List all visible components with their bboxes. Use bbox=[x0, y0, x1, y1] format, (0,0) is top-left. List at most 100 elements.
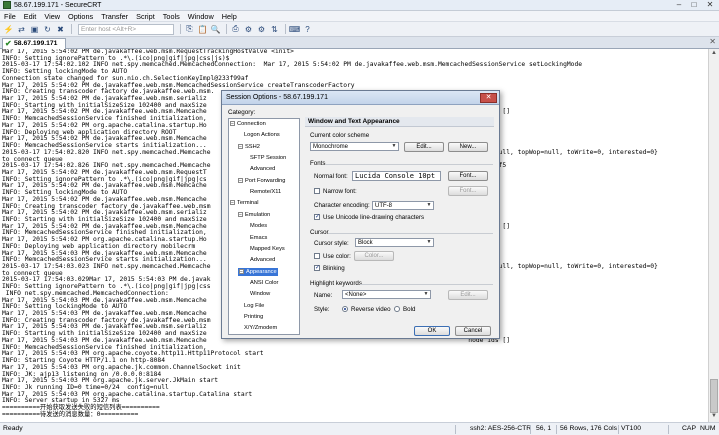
category-tree[interactable]: − Connection Logon Actions − SSH2 SFTP Sessio… bbox=[228, 118, 300, 335]
tree-expander-icon[interactable]: − bbox=[238, 211, 243, 217]
session-options-dialog: Session Options - 58.67.199.171 ✕ Catego… bbox=[221, 90, 500, 339]
highlight-name-value: <None> bbox=[345, 292, 367, 298]
print-icon[interactable]: ⎙ bbox=[230, 24, 241, 35]
tree-item-label: Emacs bbox=[250, 234, 268, 241]
menu-help[interactable]: Help bbox=[222, 12, 237, 21]
tree-item[interactable]: Logon Actions bbox=[244, 131, 280, 139]
sftp-icon[interactable]: ⇅ bbox=[269, 24, 280, 35]
tree-item[interactable]: Modes bbox=[250, 222, 267, 230]
help-icon[interactable]: ? bbox=[302, 24, 313, 35]
scrollbar-thumb[interactable] bbox=[710, 379, 718, 413]
color-scheme-select[interactable]: Monochrome ▼ bbox=[310, 142, 399, 151]
session-tab[interactable]: ✔ 58.67.199.171 bbox=[2, 38, 66, 49]
copy-icon[interactable]: ⎘ bbox=[184, 24, 195, 35]
tree-item[interactable]: − Appearance bbox=[238, 267, 278, 276]
blinking-checkbox[interactable]: ✓ bbox=[314, 265, 320, 271]
dialog-close-button[interactable]: ✕ bbox=[480, 93, 497, 103]
highlight-divider bbox=[360, 284, 493, 285]
cancel-button[interactable]: Cancel bbox=[455, 326, 491, 336]
status-cursor-position: 56, 1 bbox=[536, 425, 552, 432]
highlight-name-select[interactable]: <None> ▼ bbox=[342, 290, 431, 299]
narrow-font-button[interactable]: Font... bbox=[448, 186, 488, 196]
tree-item[interactable]: Remote/X11 bbox=[250, 188, 281, 196]
close-window-button[interactable]: ✕ bbox=[704, 0, 716, 11]
unicode-line-label: Use Unicode line-drawing characters bbox=[323, 214, 425, 221]
tree-item[interactable]: Log File bbox=[244, 302, 264, 310]
tree-expander-icon[interactable]: − bbox=[238, 177, 243, 183]
tree-item-label: Mapped Keys bbox=[250, 245, 285, 252]
scroll-up-icon[interactable]: ▲ bbox=[710, 50, 718, 58]
keymap-icon[interactable]: ⌨ bbox=[289, 24, 301, 35]
scroll-down-icon[interactable]: ▼ bbox=[710, 413, 718, 421]
cursor-color-button[interactable]: Color... bbox=[354, 251, 394, 261]
tree-item-label: Remote/X11 bbox=[250, 189, 282, 196]
session-options-icon[interactable]: ⚙ bbox=[243, 24, 254, 35]
status-separator bbox=[530, 425, 531, 434]
terminal-scrollbar[interactable]: ▲ ▼ bbox=[708, 49, 719, 422]
category-label: Category: bbox=[228, 109, 256, 116]
tree-expander-icon[interactable]: − bbox=[230, 121, 235, 127]
minimize-button[interactable]: – bbox=[673, 0, 685, 11]
connect-icon[interactable]: ⚡ bbox=[3, 24, 14, 35]
tree-item[interactable]: − SSH2 bbox=[238, 143, 260, 151]
color-scheme-new-button[interactable]: New... bbox=[448, 142, 488, 152]
bold-radio[interactable] bbox=[394, 306, 400, 312]
close-tab-icon[interactable]: ✕ bbox=[709, 37, 716, 46]
quick-connect-icon[interactable]: ⇄ bbox=[16, 24, 27, 35]
tree-item[interactable]: Emacs bbox=[250, 234, 267, 242]
status-emulation: VT100 bbox=[621, 425, 642, 432]
maximize-button[interactable]: □ bbox=[688, 0, 700, 11]
menu-view[interactable]: View bbox=[44, 12, 60, 21]
menu-edit[interactable]: Edit bbox=[24, 12, 37, 21]
connect-tab-icon[interactable]: ▣ bbox=[29, 24, 40, 35]
tree-item[interactable]: ANSI Color bbox=[250, 279, 278, 287]
normal-font-button[interactable]: Font... bbox=[448, 171, 488, 181]
tree-item[interactable]: SFTP Session bbox=[250, 154, 286, 162]
tree-expander-icon[interactable]: − bbox=[239, 268, 244, 274]
menu-window[interactable]: Window bbox=[188, 12, 214, 21]
tree-item[interactable]: Window bbox=[250, 290, 270, 298]
tree-item-label: Log File bbox=[244, 302, 265, 309]
cursor-style-value: Block bbox=[358, 240, 373, 246]
menu-transfer[interactable]: Transfer bbox=[101, 12, 128, 21]
tree-item[interactable]: X/Y/Zmodem bbox=[244, 324, 277, 332]
tree-item[interactable]: Advanced bbox=[250, 165, 275, 173]
menu-script[interactable]: Script bbox=[136, 12, 155, 21]
encoding-select[interactable]: UTF-8 ▼ bbox=[372, 201, 434, 210]
highlight-edit-button[interactable]: Edit... bbox=[448, 290, 488, 300]
paste-icon[interactable]: 📋 bbox=[197, 24, 208, 35]
cursor-style-select[interactable]: Block ▼ bbox=[355, 238, 434, 247]
window-title: 58.67.199.171 - SecureCRT bbox=[14, 1, 102, 9]
global-options-icon[interactable]: ⚙ bbox=[256, 24, 267, 35]
menu-tools[interactable]: Tools bbox=[163, 12, 180, 21]
ok-button[interactable]: OK bbox=[414, 326, 450, 336]
encoding-label: Character encoding: bbox=[314, 202, 370, 209]
host-input[interactable]: Enter host <Alt+R> bbox=[78, 23, 174, 35]
menu-file[interactable]: File bbox=[4, 12, 16, 21]
reconnect-icon[interactable]: ↻ bbox=[42, 24, 53, 35]
tree-expander-icon[interactable]: − bbox=[238, 143, 243, 149]
tree-item[interactable]: Printing bbox=[244, 313, 263, 321]
tree-expander-icon[interactable]: − bbox=[230, 200, 235, 206]
reverse-video-radio[interactable] bbox=[342, 306, 348, 312]
tree-item[interactable]: − Port Forwarding bbox=[238, 177, 285, 185]
tree-item[interactable]: − Connection bbox=[230, 120, 266, 128]
use-color-checkbox[interactable] bbox=[314, 253, 320, 259]
find-icon[interactable]: 🔍 bbox=[210, 24, 221, 35]
color-scheme-edit-button[interactable]: Edit... bbox=[404, 142, 444, 152]
highlight-style-label: Style: bbox=[314, 306, 330, 313]
session-tab-label: 58.67.199.171 bbox=[14, 40, 58, 47]
status-separator bbox=[668, 425, 669, 434]
highlight-name-label: Name: bbox=[314, 292, 333, 299]
disconnect-icon[interactable]: ✖ bbox=[55, 24, 66, 35]
tree-item[interactable]: Mapped Keys bbox=[250, 245, 285, 253]
normal-font-field: Lucida Console 10pt bbox=[352, 171, 441, 181]
menu-options[interactable]: Options bbox=[68, 12, 93, 21]
fonts-section-label: Fonts bbox=[310, 160, 326, 167]
unicode-line-checkbox[interactable]: ✓ bbox=[314, 214, 320, 220]
tree-item[interactable]: Advanced bbox=[250, 256, 275, 264]
tree-item[interactable]: − Terminal bbox=[230, 199, 259, 207]
tree-item[interactable]: − Emulation bbox=[238, 211, 270, 219]
chevron-down-icon: ▼ bbox=[426, 202, 432, 208]
narrow-font-checkbox[interactable] bbox=[314, 188, 320, 194]
